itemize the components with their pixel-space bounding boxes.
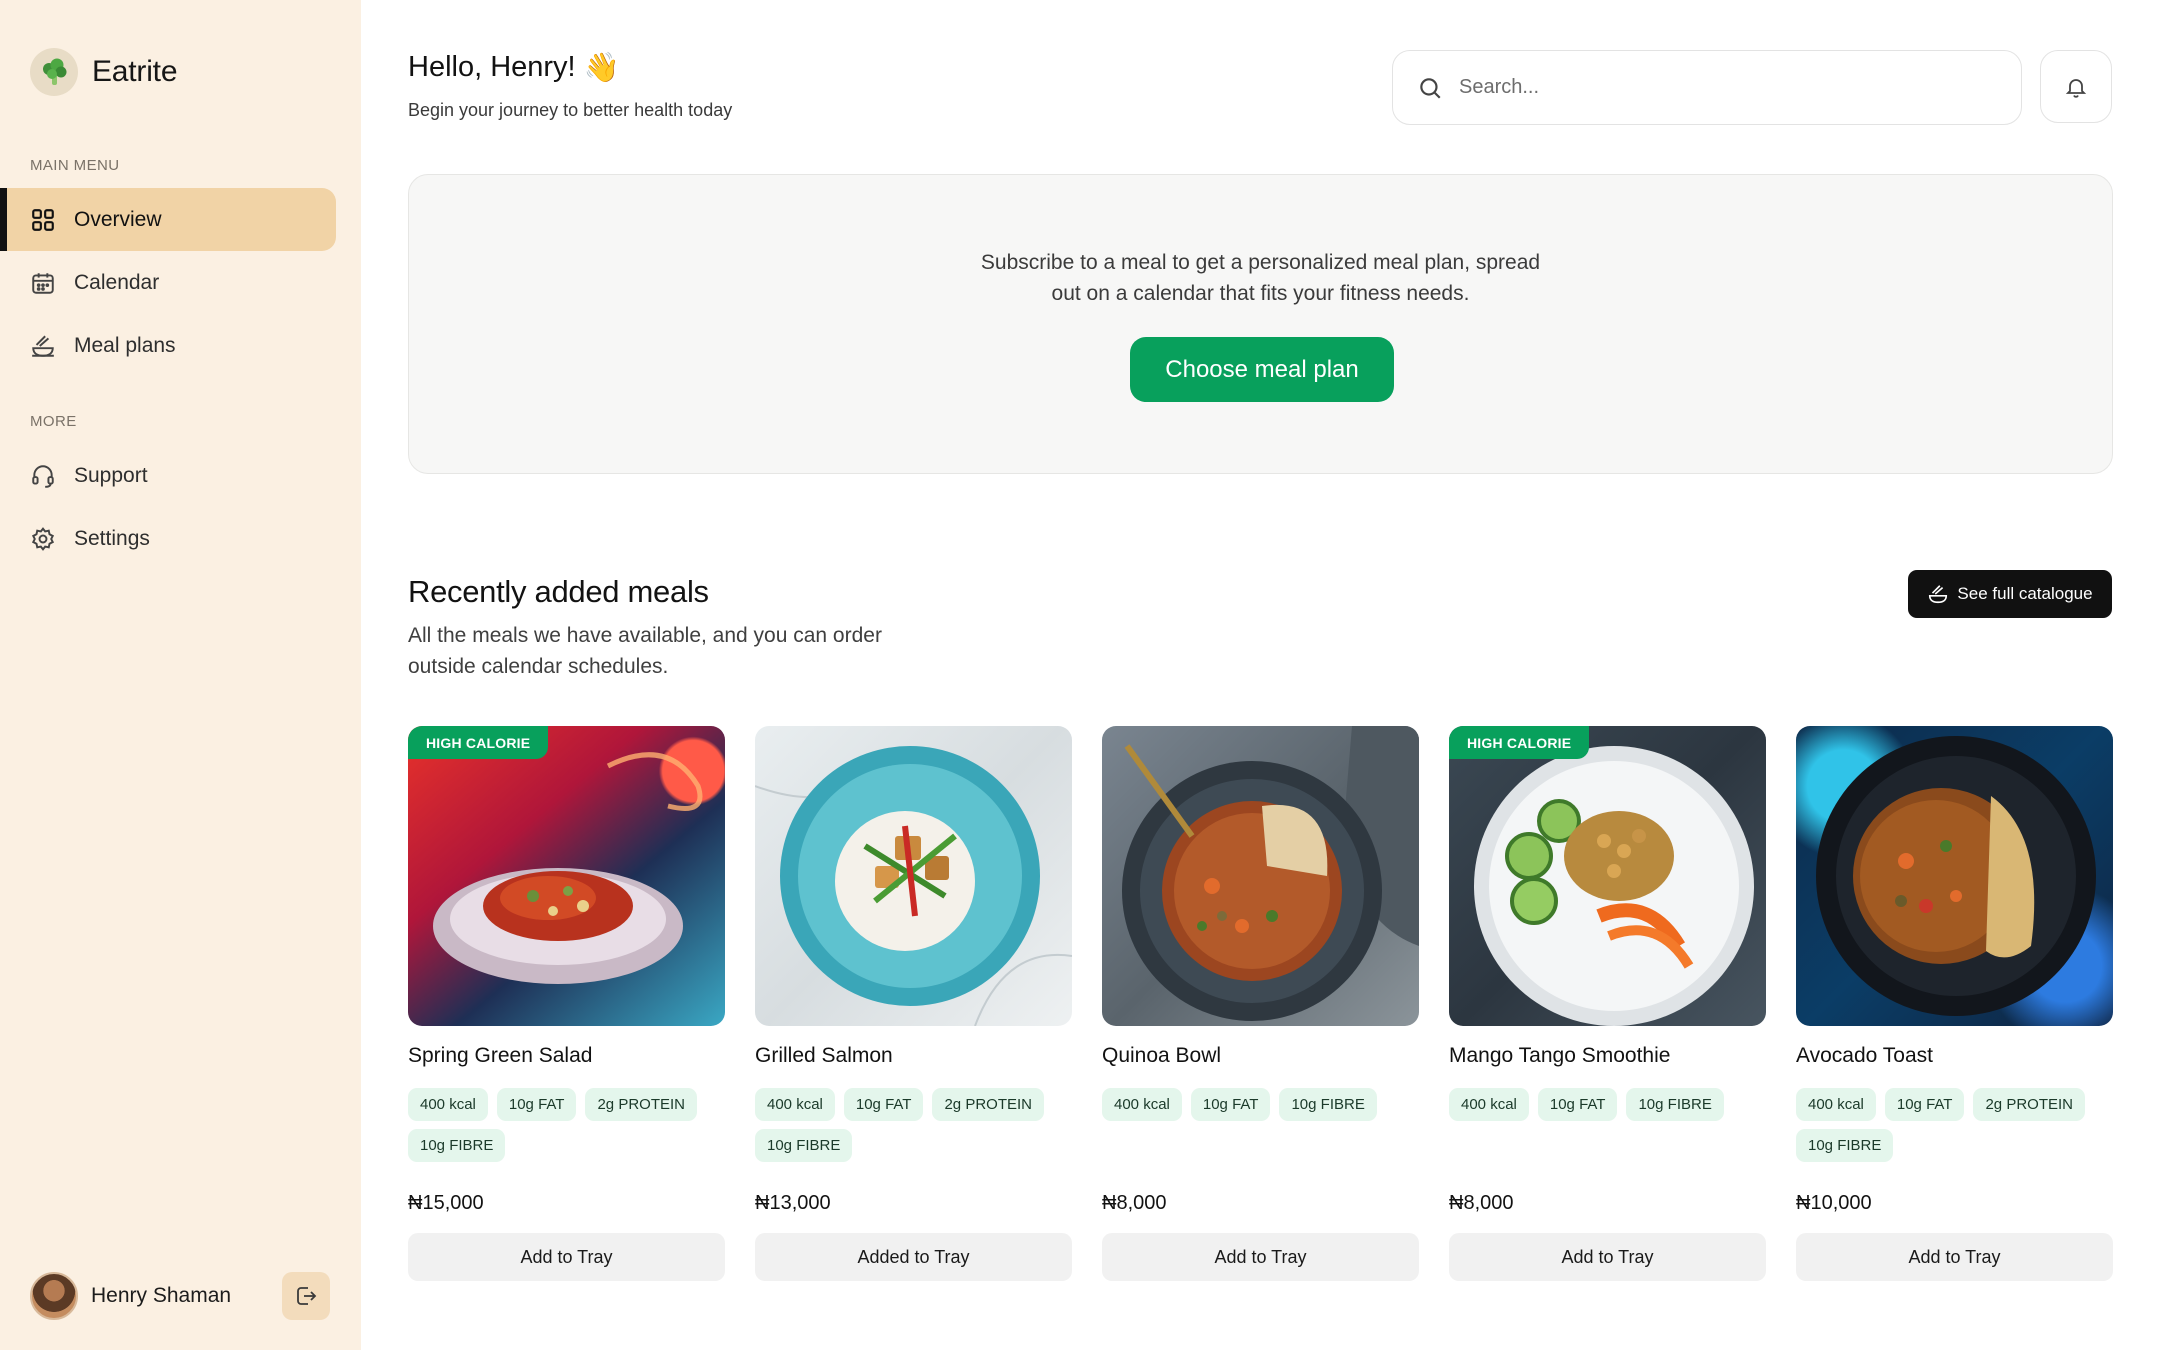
add-to-tray-button[interactable]: Add to Tray	[1102, 1233, 1419, 1281]
meal-plan-promo: Subscribe to a meal to get a personalize…	[408, 174, 2113, 474]
meal-name: Spring Green Salad	[408, 1044, 593, 1067]
meal-card[interactable]: Grilled Salmon 400 kcal 10g FAT 2g PROTE…	[755, 726, 1072, 1281]
nutrition-tag: 10g FIBRE	[1796, 1129, 1894, 1162]
recent-meals-title: Recently added meals	[408, 574, 709, 609]
greeting-subtitle: Begin your journey to better health toda…	[408, 100, 733, 120]
nutrition-tags: 400 kcal 10g FAT 10g FIBRE	[1449, 1088, 1766, 1178]
meal-price: ₦8,000	[1102, 1192, 1167, 1214]
nutrition-tag: 10g FIBRE	[1626, 1088, 1724, 1121]
greeting-text: Hello, Henry!	[408, 51, 576, 83]
meal-image[interactable]	[1102, 726, 1419, 1026]
nutrition-tag: 10g FAT	[1884, 1088, 1965, 1121]
nutrition-tag: 10g FIBRE	[755, 1129, 853, 1162]
meal-name: Mango Tango Smoothie	[1449, 1044, 1671, 1067]
meal-name: Quinoa Bowl	[1102, 1044, 1222, 1067]
brand[interactable]: Eatrite	[30, 48, 178, 96]
nutrition-tag: 2g PROTEIN	[1973, 1088, 2085, 1121]
meal-plan-icon	[32, 335, 54, 357]
sidebar-item-settings[interactable]: Settings	[0, 507, 336, 570]
meal-image[interactable]	[755, 726, 1072, 1026]
nutrition-tags: 400 kcal 10g FAT 2g PROTEIN 10g FIBRE	[755, 1088, 1072, 1178]
sidebar-item-calendar[interactable]: Calendar	[0, 251, 336, 314]
grid-icon	[32, 208, 54, 231]
nutrition-tag: 10g FAT	[496, 1088, 577, 1121]
nutrition-tags: 400 kcal 10g FAT 2g PROTEIN 10g FIBRE	[1796, 1088, 2113, 1178]
nutrition-tag: 400 kcal	[1102, 1088, 1182, 1121]
nutrition-tag: 10g FAT	[1537, 1088, 1618, 1121]
search-input[interactable]	[1459, 76, 1979, 99]
meal-plan-icon	[1929, 585, 1948, 604]
notifications-button[interactable]	[2040, 50, 2112, 123]
meal-image[interactable]: HIGH CALORIE	[408, 726, 725, 1026]
logout-icon	[297, 1287, 317, 1305]
meal-price: ₦8,000	[1449, 1192, 1514, 1214]
sidebar: Eatrite MAIN MENU Overview Calendar Meal…	[0, 0, 361, 1350]
nutrition-tags: 400 kcal 10g FAT 10g FIBRE	[1102, 1088, 1419, 1178]
nutrition-tag: 10g FIBRE	[408, 1129, 506, 1162]
high-calorie-badge: HIGH CALORIE	[408, 726, 549, 759]
meal-price: ₦15,000	[408, 1192, 484, 1214]
meal-image[interactable]: HIGH CALORIE	[1449, 726, 1766, 1026]
choose-meal-plan-button[interactable]: Choose meal plan	[1130, 337, 1394, 402]
nutrition-tag: 400 kcal	[1796, 1088, 1876, 1121]
add-to-tray-button[interactable]: Add to Tray	[408, 1233, 725, 1281]
more-label: MORE	[30, 413, 77, 430]
meal-name: Avocado Toast	[1796, 1044, 1933, 1067]
sidebar-item-label: Calendar	[74, 270, 160, 294]
sidebar-item-overview[interactable]: Overview	[0, 188, 336, 251]
sidebar-item-support[interactable]: Support	[0, 444, 336, 507]
nutrition-tag: 10g FAT	[1190, 1088, 1271, 1121]
bell-icon	[2065, 78, 2087, 98]
search-icon	[1420, 77, 1441, 99]
sidebar-item-label: Meal plans	[74, 333, 176, 357]
promo-line-2: out on a calendar that fits your fitness…	[1051, 282, 1470, 305]
user-name: Henry Shaman	[91, 1284, 232, 1307]
gear-icon	[31, 526, 55, 551]
search-bar[interactable]	[1392, 50, 2022, 125]
calendar-icon	[32, 272, 54, 294]
nutrition-tags: 400 kcal 10g FAT 2g PROTEIN 10g FIBRE	[408, 1088, 725, 1178]
headset-icon	[32, 464, 54, 488]
meal-name: Grilled Salmon	[755, 1044, 893, 1067]
meal-price: ₦10,000	[1796, 1192, 1872, 1214]
meal-card[interactable]: HIGH CALORIE Spring Green Salad 400 kcal…	[408, 726, 725, 1281]
sidebar-item-label: Support	[74, 463, 148, 487]
add-to-tray-button[interactable]: Add to Tray	[1449, 1233, 1766, 1281]
meal-price: ₦13,000	[755, 1192, 831, 1214]
meal-card[interactable]: HIGH CALORIE Mango Tango Smoothie 400 kc…	[1449, 726, 1766, 1281]
nutrition-tag: 400 kcal	[1449, 1088, 1529, 1121]
meal-card[interactable]: Avocado Toast 400 kcal 10g FAT 2g PROTEI…	[1796, 726, 2113, 1281]
avatar	[30, 1272, 78, 1320]
high-calorie-badge: HIGH CALORIE	[1449, 726, 1590, 759]
nutrition-tag: 10g FIBRE	[1279, 1088, 1377, 1121]
nutrition-tag: 10g FAT	[843, 1088, 924, 1121]
sidebar-item-label: Settings	[74, 526, 150, 550]
nutrition-tag: 400 kcal	[755, 1088, 835, 1121]
added-to-tray-button[interactable]: Added to Tray	[755, 1233, 1072, 1281]
meal-image[interactable]	[1796, 726, 2113, 1026]
nutrition-tag: 400 kcal	[408, 1088, 488, 1121]
sidebar-item-meal-plans[interactable]: Meal plans	[0, 314, 336, 377]
greeting-heading: Hello, Henry! 👋	[408, 50, 620, 85]
waving-hand-icon: 👋	[583, 50, 620, 84]
main-menu-label: MAIN MENU	[30, 157, 120, 174]
nutrition-tag: 2g PROTEIN	[585, 1088, 697, 1121]
see-full-catalogue-button[interactable]: See full catalogue	[1908, 570, 2112, 618]
meal-card[interactable]: Quinoa Bowl 400 kcal 10g FAT 10g FIBRE ₦…	[1102, 726, 1419, 1281]
user-profile[interactable]: Henry Shaman	[30, 1272, 231, 1320]
add-to-tray-button[interactable]: Add to Tray	[1796, 1233, 2113, 1281]
app-name: Eatrite	[92, 55, 178, 88]
promo-text: Subscribe to a meal to get a personalize…	[409, 247, 2112, 309]
catalogue-button-label: See full catalogue	[1957, 584, 2093, 603]
sidebar-item-label: Overview	[74, 207, 162, 231]
logout-button[interactable]	[282, 1272, 330, 1320]
nutrition-tag: 2g PROTEIN	[932, 1088, 1044, 1121]
broccoli-logo-icon	[30, 48, 78, 96]
recent-meals-description: All the meals we have available, and you…	[408, 624, 882, 678]
promo-line-1: Subscribe to a meal to get a personalize…	[980, 251, 1541, 274]
